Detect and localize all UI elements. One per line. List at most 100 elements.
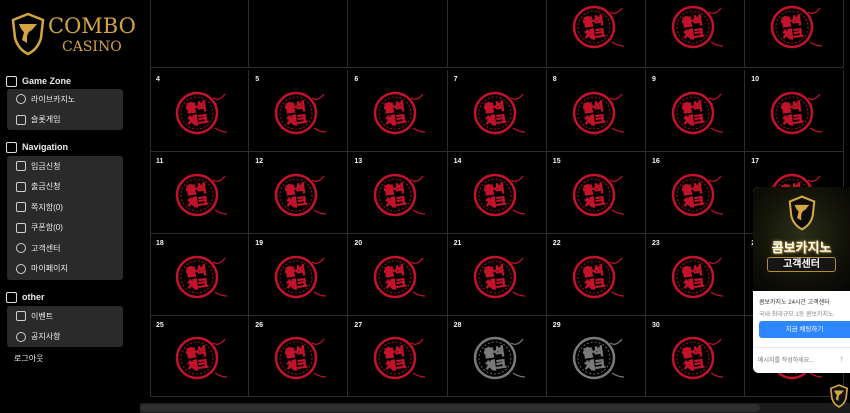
calendar-day-cell: 22 출석 체크 (546, 234, 646, 316)
attendance-calendar: 출석 체크 출석 체크 출석 체크 4 출석 체크 5 출석 체크 6 출석 체크 7 출석 체크 8 출석 체크 9 출석… (150, 0, 850, 397)
sidebar-item-mypage[interactable]: 마이페이지 (7, 259, 123, 280)
stamp-text-bottom: 체크 (584, 25, 606, 42)
stamp-text-bottom: 체크 (683, 111, 705, 128)
sidebar-item-slot[interactable]: 슬롯게임 (7, 110, 123, 131)
stamp-swoosh (512, 372, 525, 378)
calendar-day-cell: 7 출석 체크 (447, 70, 547, 152)
stamp-swoosh (710, 126, 724, 133)
grid-icon (6, 141, 17, 153)
shield-logo-icon (788, 195, 816, 231)
stamp-swoosh (212, 175, 226, 182)
stamp-swoosh (510, 175, 524, 182)
calendar-day-cell: 5 출석 체크 (249, 70, 349, 152)
stamp-text-bottom: 체크 (485, 111, 507, 128)
attendance-stamp-checked: 출석체크 (671, 5, 724, 48)
stamp-text-bottom: 체크 (187, 275, 209, 292)
chat-channel-description: 국내 최대규모 1등 콤보카지노 (759, 312, 834, 318)
stamp-swoosh (809, 372, 823, 378)
brand-line1: COMBO (48, 14, 136, 38)
stamp-swoosh (311, 338, 325, 345)
calendar-day-cell (447, 0, 547, 68)
section-title-label: Navigation (22, 142, 69, 152)
sidebar-item-support[interactable]: 고객센터 (7, 238, 123, 259)
calendar-day-cell: 18 출석 체크 (150, 234, 250, 316)
sidebar-item-label: 라이브카지노 (31, 94, 76, 104)
sidebar-item-withdraw[interactable]: 출금신청 (7, 177, 123, 198)
stamp-swoosh (411, 93, 424, 100)
calendar-day-cell: 12 출석 체크 (249, 152, 349, 234)
calendar-day-cell: 25 출석 체크 (150, 316, 250, 397)
stamp-swoosh (311, 93, 325, 100)
stamp-swoosh (411, 175, 424, 182)
calendar-day-number: 16 (652, 158, 660, 165)
calendar-day-number: 4 (156, 76, 160, 83)
stamp-swoosh (710, 208, 724, 215)
logout-link[interactable]: 로그아웃 (14, 353, 43, 364)
calendar-day-number: 28 (453, 322, 462, 329)
calendar-day-number: 6 (354, 76, 359, 83)
stamp-swoosh (212, 338, 226, 345)
mini-shield-logo-icon[interactable] (829, 384, 849, 408)
navigation-panel: 입금신청 출금신청 쪽지함(0) 쿠폰함(0) 고객센터 마이페이지 (7, 156, 123, 280)
calendar-day-number: 17 (751, 158, 759, 165)
stamp-swoosh (708, 257, 722, 264)
attendance-stamp-checked: 출석체크 (374, 336, 426, 380)
stamp-swoosh (807, 175, 821, 182)
live-casino-icon (16, 94, 26, 105)
calendar-day-cell: 30 출석 체크 (646, 316, 746, 397)
scrollbar-thumb[interactable] (140, 404, 760, 412)
stamp-text-bottom: 체크 (385, 357, 407, 374)
stamp-swoosh (510, 338, 524, 345)
start-chat-button[interactable]: 지금 채팅하기 (759, 321, 850, 338)
stamp-text-bottom: 체크 (385, 111, 407, 128)
chat-message-input[interactable] (758, 354, 836, 368)
sidebar-item-label: 슬롯게임 (31, 115, 61, 125)
calendar-day-cell: 13 출석 체크 (348, 152, 448, 234)
sidebar-item-live-casino[interactable]: 라이브카지노 (7, 89, 123, 110)
stamp-swoosh (313, 126, 327, 133)
send-arrow-icon[interactable]: ↑ (839, 354, 844, 365)
attendance-stamp-checked: 출석체크 (275, 336, 327, 380)
sidebar-item-coupon[interactable]: 쿠폰함(0) (7, 218, 123, 239)
sidebar-item-notice[interactable]: 공지사항 (7, 327, 123, 348)
stamp-swoosh (807, 93, 821, 100)
sidebar-item-label: 출금신청 (31, 182, 61, 192)
sidebar-item-label: 쪽지함(0) (31, 202, 63, 212)
stamp-text-bottom: 체크 (485, 193, 507, 210)
calendar-day-number: 10 (751, 76, 759, 83)
section-other: other (6, 290, 45, 304)
stamp-swoosh (710, 372, 724, 378)
stamp-text-bottom: 체크 (584, 275, 606, 292)
calendar-day-cell (150, 0, 250, 68)
attendance-stamp-checked: 출석체크 (671, 173, 724, 216)
stamp-swoosh (413, 372, 426, 378)
stamp-swoosh (708, 338, 722, 345)
stamp-swoosh (313, 290, 327, 297)
calendar-day-cell: 27 출석 체크 (348, 316, 448, 397)
stamp-swoosh (214, 290, 228, 297)
stamp-swoosh (512, 126, 525, 133)
calendar-day-cell: 23 출석 체크 (646, 234, 746, 316)
other-panel: 이벤트 공지사항 (7, 306, 123, 347)
stamp-swoosh (214, 126, 228, 133)
stamp-text-bottom: 체크 (584, 193, 606, 210)
stamp-text-bottom: 체크 (286, 357, 308, 374)
calendar-day-cell (249, 0, 349, 68)
stamp-swoosh (510, 93, 524, 100)
calendar-day-cell: 출석체크 (745, 0, 845, 68)
sidebar-item-label: 이벤트 (31, 311, 54, 321)
stamp-text-bottom: 체크 (286, 111, 308, 128)
stamp-text-bottom: 체크 (485, 275, 507, 292)
sidebar-item-mail[interactable]: 쪽지함(0) (7, 197, 123, 218)
brand-logo[interactable]: COMBO CASINO (10, 10, 136, 60)
stamp-swoosh (311, 175, 325, 182)
stamp-swoosh (809, 126, 823, 133)
stamp-text-bottom: 체크 (286, 275, 308, 292)
sidebar-item-event[interactable]: 이벤트 (7, 306, 123, 327)
attendance-stamp-checked: 출석체크 (374, 255, 426, 298)
stamp-text-bottom: 체크 (485, 357, 507, 374)
sidebar-item-deposit[interactable]: 입금신청 (7, 156, 123, 177)
stamp-swoosh (212, 257, 226, 264)
attendance-stamp-checked: 출석체크 (671, 91, 724, 134)
calendar-day-number: 21 (453, 240, 462, 247)
